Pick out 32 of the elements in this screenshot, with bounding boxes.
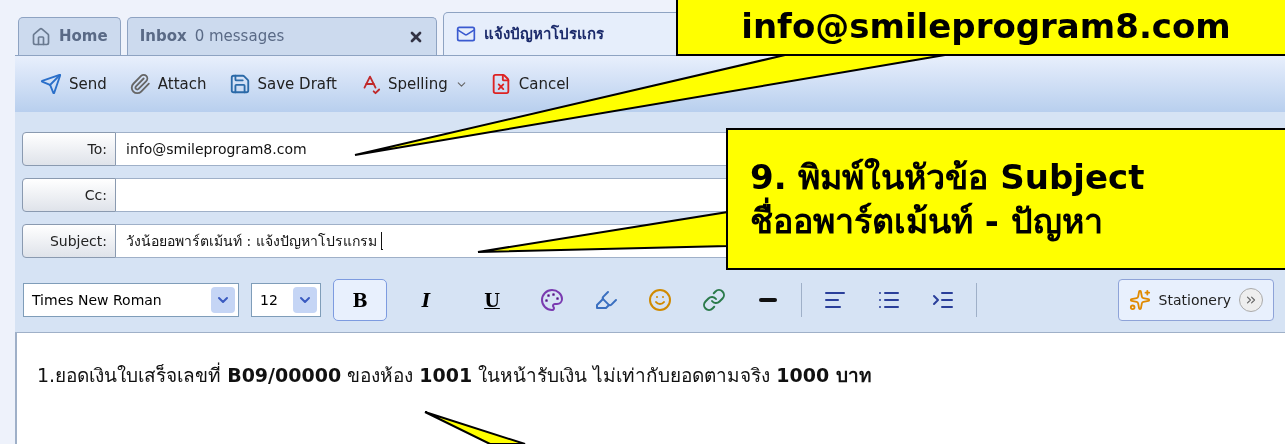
tab[interactable]: Inbox 0 messages [126, 17, 437, 55]
more-icon [1244, 293, 1258, 307]
paperclip-icon [128, 73, 151, 95]
callout-text: ชื่ออพาร์ตเม้นท์ - ปัญหา [750, 199, 1272, 244]
field-label-button[interactable]: Subject: [22, 224, 116, 258]
tab-label: แจ้งปัญหาโปรแกร [483, 23, 604, 45]
font-select[interactable]: Times New Roman [23, 283, 239, 317]
format-button[interactable]: I [399, 279, 453, 321]
tab-label: Inbox [139, 26, 187, 48]
stationery-button[interactable]: Stationery [1117, 279, 1274, 321]
palette-icon[interactable] [540, 288, 564, 312]
stationery-icon [1128, 289, 1151, 311]
home-icon [31, 26, 51, 47]
envelope-icon [455, 24, 476, 44]
toolbar-button[interactable]: Attach [128, 72, 207, 96]
text-cursor [380, 232, 383, 250]
message-count: 0 messages [194, 26, 285, 48]
highlighter-icon[interactable] [594, 288, 618, 312]
size-select[interactable]: 12 [251, 283, 321, 317]
toolbar-button[interactable]: Spelling [358, 72, 468, 96]
field-label-button[interactable]: To: [22, 132, 116, 166]
tab[interactable]: Home [18, 17, 121, 55]
send-icon [40, 73, 62, 95]
message-body: 1.ยอดเงินใบเสร็จเลขที่ B09/00000 ของห้อง 1001 ในหน้ารับเงิน ไม่เท่ากับยอดตามจริง 1000 บาท [37, 361, 873, 388]
tab-label: Home [59, 26, 108, 48]
link-icon[interactable] [702, 288, 726, 312]
format-button[interactable]: B [333, 279, 387, 321]
toolbar-button[interactable]: Cancel [489, 72, 570, 96]
toolbar-button[interactable]: Send [40, 72, 107, 96]
toolbar-button[interactable]: Save Draft [228, 72, 337, 96]
format-button[interactable]: U [465, 279, 519, 321]
field-label-button[interactable]: Cc: [22, 178, 116, 212]
